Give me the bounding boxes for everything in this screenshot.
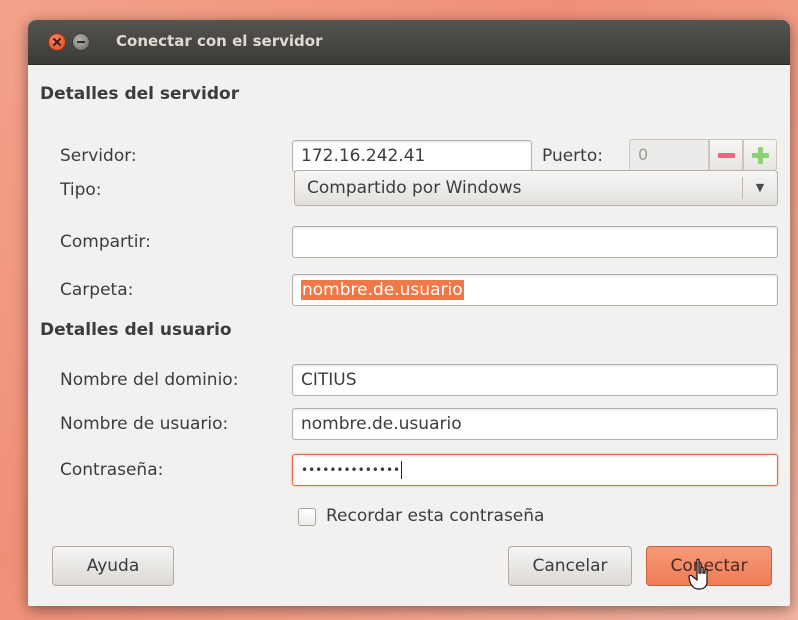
password-masked-value: •••••••••••••• xyxy=(301,463,401,477)
cancel-button[interactable]: Cancelar xyxy=(508,546,632,586)
minimize-icon[interactable] xyxy=(72,33,90,51)
server-input[interactable]: 172.16.242.41 xyxy=(292,140,532,172)
help-button[interactable]: Ayuda xyxy=(52,546,174,586)
share-input[interactable] xyxy=(292,226,778,258)
chevron-down-icon: ▼ xyxy=(755,181,765,194)
combo-separator xyxy=(742,177,743,199)
password-label: Contraseña: xyxy=(60,460,164,480)
username-label: Nombre de usuario: xyxy=(60,414,229,434)
share-label: Compartir: xyxy=(60,232,151,252)
folder-input[interactable]: nombre.de.usuario xyxy=(292,274,778,306)
folder-label: Carpeta: xyxy=(60,280,134,300)
port-label: Puerto: xyxy=(542,146,603,166)
password-input[interactable]: •••••••••••••• xyxy=(292,454,778,486)
type-select[interactable]: Compartido por Windows ▼ xyxy=(294,170,778,206)
server-details-heading: Detalles del servidor xyxy=(40,84,240,104)
type-label: Tipo: xyxy=(60,180,102,200)
server-label: Servidor: xyxy=(60,146,137,166)
text-caret xyxy=(401,461,403,479)
close-icon[interactable] xyxy=(48,33,66,51)
title-bar[interactable]: Conectar con el servidor xyxy=(28,20,790,65)
minus-icon[interactable] xyxy=(709,139,743,171)
plus-icon[interactable] xyxy=(743,139,777,171)
remember-password-label[interactable]: Recordar esta contraseña xyxy=(326,506,544,526)
folder-input-selected-text: nombre.de.usuario xyxy=(301,280,464,300)
username-input[interactable]: nombre.de.usuario xyxy=(292,408,778,440)
port-input[interactable]: 0 xyxy=(629,139,709,171)
user-details-heading: Detalles del usuario xyxy=(40,320,232,340)
connect-to-server-dialog: Conectar con el servidor Detalles del se… xyxy=(28,20,790,606)
type-select-value: Compartido por Windows xyxy=(307,178,522,198)
window-title: Conectar con el servidor xyxy=(116,32,323,50)
domain-input[interactable]: CITIUS xyxy=(292,364,778,396)
domain-label: Nombre del dominio: xyxy=(60,370,239,390)
mouse-pointer-icon xyxy=(688,558,708,590)
remember-password-checkbox[interactable] xyxy=(298,508,316,526)
